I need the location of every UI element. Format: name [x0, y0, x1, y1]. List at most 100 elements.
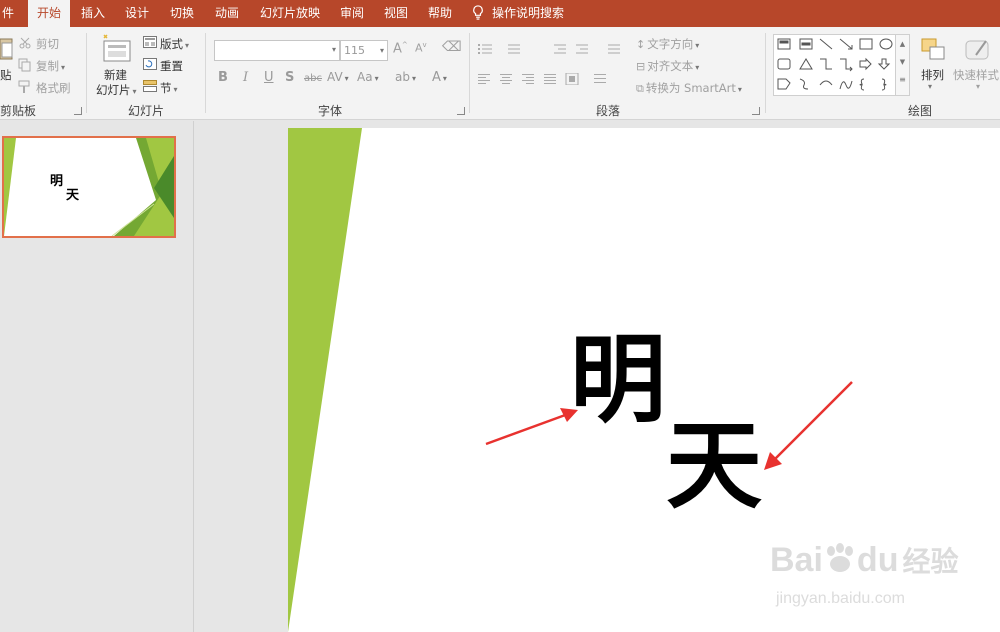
- tell-me-search[interactable]: 操作说明搜索: [472, 0, 564, 27]
- drawing-group-label: 绘图: [908, 104, 933, 118]
- arrange-icon[interactable]: [918, 35, 948, 65]
- italic-icon[interactable]: I: [243, 70, 248, 85]
- decrease-font-icon[interactable]: Av: [415, 41, 427, 55]
- shape-icons[interactable]: [774, 35, 895, 95]
- section-button[interactable]: 节 ▾: [160, 80, 178, 96]
- tab-view[interactable]: 视图: [378, 0, 414, 27]
- smartart-label: 转换为 SmartArt: [645, 81, 736, 95]
- thumbnail-char-2: 天: [66, 188, 80, 203]
- ribbon: 贴 剪切 复制 ▾ 格式刷 剪贴板 新建 幻灯片 ▾ 版式 ▾ 重置 节 ▾ 幻灯片 ▾…: [0, 27, 1000, 120]
- copy-button[interactable]: 复制 ▾: [36, 58, 65, 74]
- new-slide-icon[interactable]: [100, 33, 134, 65]
- new-slide-dropdown-icon: ▾: [132, 87, 137, 96]
- new-slide-label-2[interactable]: 幻灯片 ▾: [96, 82, 137, 98]
- increase-font-icon[interactable]: A^: [393, 41, 408, 56]
- arrow-icon: [485, 408, 578, 446]
- quick-styles-icon[interactable]: [962, 35, 992, 65]
- tab-slideshow[interactable]: 幻灯片放映: [254, 0, 326, 27]
- lightbulb-icon: [473, 5, 483, 20]
- text-direction-button[interactable]: ↕ 文字方向 ▾: [636, 36, 699, 52]
- tab-transitions[interactable]: 切换: [164, 0, 200, 27]
- font-size-input[interactable]: 115 ▾: [340, 40, 388, 61]
- new-slide-label-1[interactable]: 新建: [104, 67, 127, 83]
- alignment-icons[interactable]: [478, 73, 618, 85]
- group-divider: [469, 33, 470, 113]
- quick-styles-dropdown-icon[interactable]: ▾: [976, 82, 980, 91]
- shapes-gallery-scrollbar[interactable]: ▲ ▼ ≡: [896, 34, 910, 96]
- reset-button[interactable]: 重置: [160, 58, 183, 74]
- smartart-icon: ⧉: [636, 82, 644, 95]
- paragraph-group-label: 段落: [596, 104, 621, 118]
- group-divider: [86, 33, 87, 113]
- align-text-icon: ⊟: [636, 60, 646, 73]
- align-text-dropdown-icon: ▾: [695, 63, 700, 72]
- group-divider: [765, 33, 766, 113]
- section-icon: [143, 80, 157, 92]
- watermark-url: jingyan.baidu.com: [776, 590, 905, 607]
- arrange-button[interactable]: 排列: [921, 67, 944, 83]
- copy-icon: [18, 58, 31, 72]
- format-painter-button[interactable]: 格式刷: [36, 80, 71, 96]
- layout-icon: [143, 36, 157, 48]
- tell-me-label: 操作说明搜索: [492, 6, 565, 20]
- clipboard-group-label: 剪贴板: [0, 104, 37, 118]
- text-direction-label: 文字方向: [647, 37, 694, 51]
- tab-animations[interactable]: 动画: [209, 0, 245, 27]
- arrow-icon: [764, 381, 853, 470]
- scissors-icon: [19, 37, 31, 49]
- copy-dropdown-icon: ▾: [61, 63, 66, 72]
- strikethrough-icon[interactable]: abc: [304, 73, 322, 84]
- section-label: 节: [160, 81, 172, 95]
- underline-icon[interactable]: U: [264, 70, 274, 85]
- group-divider: [205, 33, 206, 113]
- thumbnail-background: [4, 138, 174, 236]
- watermark-brand-2: du: [856, 541, 899, 579]
- bold-icon[interactable]: B: [218, 70, 228, 85]
- arrange-dropdown-icon[interactable]: ▾: [928, 82, 932, 91]
- scroll-down-icon[interactable]: ▼: [896, 53, 909, 71]
- paragraph-launcher-icon[interactable]: [752, 107, 760, 115]
- tab-design[interactable]: 设计: [119, 0, 155, 27]
- slide-thumbnail[interactable]: 明 天: [2, 136, 176, 238]
- layout-button[interactable]: 版式 ▾: [160, 36, 189, 52]
- list-indent-icons[interactable]: [478, 43, 628, 55]
- slide-thumbnail-pane: 明 天: [0, 121, 194, 632]
- tab-help[interactable]: 帮助: [422, 0, 458, 27]
- align-text-button[interactable]: ⊟ 对齐文本 ▾: [636, 58, 699, 74]
- tab-file[interactable]: 件: [0, 0, 18, 27]
- text-direction-icon: ↕: [636, 38, 646, 51]
- font-size-value: 115: [344, 44, 365, 57]
- font-launcher-icon[interactable]: [457, 107, 465, 115]
- font-size-dropdown-icon[interactable]: ▾: [380, 41, 384, 60]
- menu-bar: 件 开始 插入 设计 切换 动画 幻灯片放映 审阅 视图 帮助 操作说明搜索: [0, 0, 1000, 27]
- char-spacing-icon[interactable]: AV ▾: [327, 70, 349, 84]
- quick-styles-button[interactable]: 快速样式: [953, 67, 999, 83]
- font-group-label: 字体: [318, 104, 343, 118]
- font-name-input[interactable]: ▾: [214, 40, 340, 61]
- layout-label: 版式: [160, 37, 183, 51]
- tab-review[interactable]: 审阅: [334, 0, 370, 27]
- smartart-button[interactable]: ⧉ 转换为 SmartArt ▾: [636, 80, 742, 96]
- tab-insert[interactable]: 插入: [75, 0, 111, 27]
- paste-button[interactable]: 贴: [0, 67, 12, 83]
- font-name-dropdown-icon[interactable]: ▾: [332, 45, 336, 54]
- watermark-brand-cn: 经验: [902, 545, 959, 578]
- clear-formatting-icon[interactable]: ⌫: [442, 39, 462, 55]
- tab-home[interactable]: 开始: [28, 0, 70, 27]
- paste-icon[interactable]: [0, 35, 14, 63]
- highlight-icon[interactable]: ab ▾: [395, 70, 416, 84]
- clipboard-launcher-icon[interactable]: [74, 107, 82, 115]
- reset-icon: [143, 58, 157, 70]
- layout-dropdown-icon: ▾: [185, 41, 190, 50]
- change-case-icon[interactable]: Aa ▾: [357, 70, 379, 84]
- baidu-watermark-logo: Bai du 经验: [770, 540, 958, 580]
- gallery-more-icon[interactable]: ≡: [896, 71, 909, 89]
- slides-group-label: 幻灯片: [128, 104, 165, 118]
- text-direction-dropdown-icon: ▾: [695, 41, 700, 50]
- shapes-gallery[interactable]: [773, 34, 896, 96]
- shadow-icon[interactable]: S: [285, 70, 294, 85]
- cut-button[interactable]: 剪切: [36, 36, 59, 52]
- font-color-icon[interactable]: A ▾: [432, 70, 447, 85]
- scroll-up-icon[interactable]: ▲: [896, 35, 909, 53]
- align-text-label: 对齐文本: [647, 59, 694, 73]
